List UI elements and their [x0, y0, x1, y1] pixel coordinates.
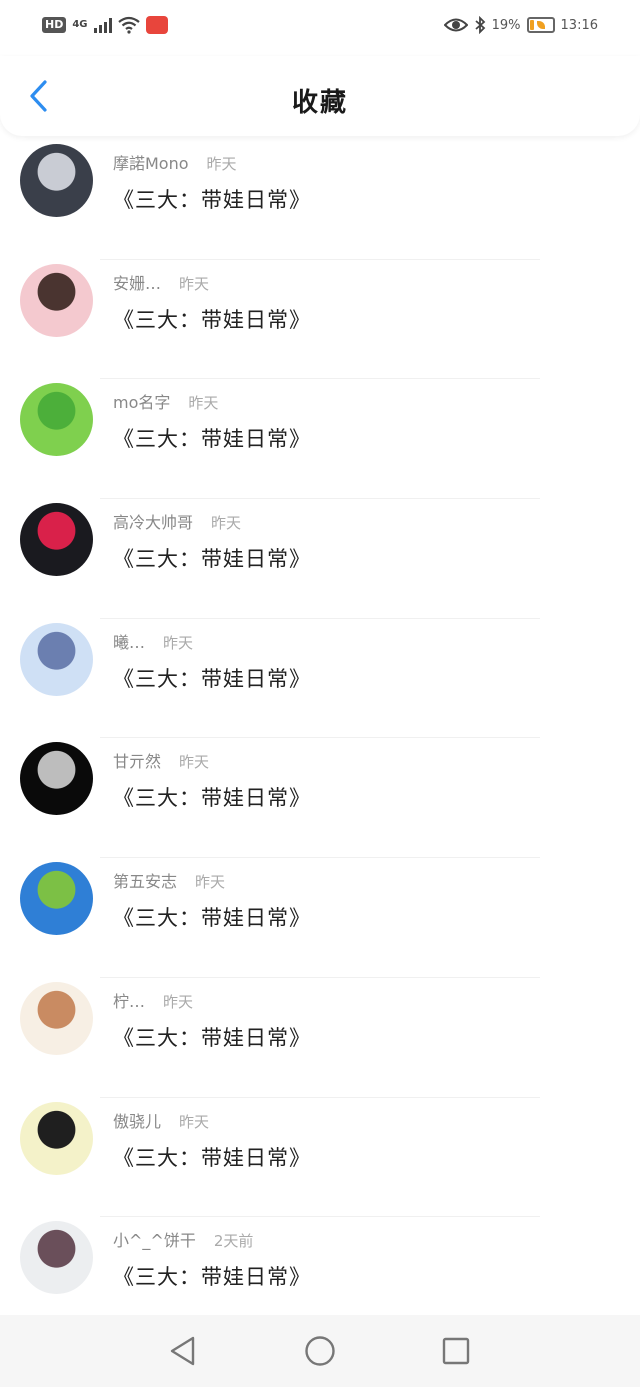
- avatar[interactable]: [20, 981, 93, 1055]
- item-header: 小^_^饼干 2天前: [113, 1227, 253, 1251]
- hd-badge: HD: [42, 17, 67, 33]
- favorite-content: 《三大：带娃日常》: [113, 188, 311, 212]
- item-header: 柠… 昨天: [113, 988, 193, 1012]
- avatar[interactable]: [20, 383, 93, 457]
- timestamp: 昨天: [179, 753, 210, 772]
- item-header: 高冷大帅哥 昨天: [113, 509, 241, 533]
- item-header: 第五安志 昨天: [113, 868, 225, 892]
- list-item[interactable]: 安姗… 昨天 《三大：带娃日常》: [0, 260, 640, 380]
- timestamp: 昨天: [179, 274, 210, 293]
- favorite-content: 《三大：带娃日常》: [113, 307, 311, 332]
- sender-name: 摩諾Mono: [113, 154, 189, 173]
- timestamp: 昨天: [206, 155, 237, 173]
- nav-home-icon[interactable]: [302, 1333, 338, 1369]
- sender-name: 柠…: [113, 991, 146, 1011]
- avatar[interactable]: [20, 1221, 93, 1295]
- status-right: 19% 13:16: [443, 16, 598, 34]
- list-item[interactable]: 傲骁儿 昨天 《三大：带娃日常》: [0, 1098, 640, 1218]
- status-bar: HD 4G 19% 13:16: [0, 0, 640, 56]
- avatar[interactable]: [20, 622, 93, 696]
- list-item[interactable]: mo名字 昨天 《三大：带娃日常》: [0, 379, 640, 500]
- sender-name: 高冷大帅哥: [113, 513, 194, 533]
- item-header: 傲骁儿 昨天: [113, 1108, 209, 1132]
- network-type: 4G: [72, 19, 88, 30]
- avatar[interactable]: [20, 742, 93, 816]
- timestamp: 昨天: [163, 633, 194, 652]
- avatar[interactable]: [20, 862, 93, 936]
- item-header: 安姗… 昨天: [113, 270, 209, 294]
- sender-name: 安姗…: [113, 273, 162, 293]
- avatar[interactable]: [20, 1101, 93, 1175]
- avatar[interactable]: [20, 144, 93, 217]
- favorites-list: 摩諾Mono 昨天 《三大：带娃日常》 安姗… 昨天 《三大：带娃日常》 mo名字昨…: [0, 140, 640, 1337]
- list-item[interactable]: 第五安志 昨天 《三大：带娃日常》: [0, 858, 640, 978]
- avatar[interactable]: [20, 263, 93, 337]
- list-item[interactable]: 摩諾Mono 昨天 《三大：带娃日常》: [0, 140, 640, 260]
- eye-icon: [443, 18, 468, 32]
- list-item[interactable]: 曦… 昨天 《三大：带娃日常》: [0, 619, 640, 739]
- timestamp: 昨天: [188, 394, 219, 413]
- bluetooth-icon: [475, 16, 485, 34]
- item-header: 甘亓然 昨天: [113, 748, 209, 772]
- status-left: HD 4G: [42, 16, 168, 34]
- favorite-content: 《三大：带娃日常》: [113, 906, 311, 931]
- list-item[interactable]: 甘亓然 昨天 《三大：带娃日常》: [0, 738, 640, 859]
- item-header: 摩諾Mono 昨天: [113, 150, 237, 174]
- timestamp: 昨天: [195, 873, 226, 892]
- item-header: mo名字 昨天: [113, 389, 218, 413]
- battery-percent: 19%: [491, 17, 521, 33]
- sender-name: mo名字: [113, 393, 171, 413]
- sender-name: 甘亓然: [113, 752, 162, 772]
- signal-icon: [93, 17, 112, 33]
- battery-icon: [526, 17, 555, 33]
- sender-name: 第五安志: [113, 872, 178, 892]
- nav-recents-icon[interactable]: [438, 1333, 474, 1369]
- favorite-content: 《三大：带娃日常》: [113, 1145, 311, 1170]
- favorite-content: 《三大：带娃日常》: [113, 547, 311, 572]
- avatar[interactable]: [20, 503, 93, 577]
- favorite-content: 《三大：带娃日常》: [113, 427, 311, 452]
- wifi-icon: [117, 16, 140, 34]
- list-item[interactable]: 柠… 昨天 《三大：带娃日常》: [0, 978, 640, 1098]
- timestamp: 昨天: [179, 1112, 210, 1131]
- favorite-content: 《三大：带娃日常》: [113, 1265, 311, 1290]
- timestamp: 昨天: [163, 992, 194, 1011]
- list-item[interactable]: 高冷大帅哥 昨天 《三大：带娃日常》: [0, 499, 640, 619]
- clock: 13:16: [560, 17, 598, 33]
- sender-name: 傲骁儿: [113, 1111, 162, 1131]
- timestamp: 2天前: [213, 1232, 254, 1251]
- favorite-content: 《三大：带娃日常》: [113, 666, 311, 691]
- favorite-content: 《三大：带娃日常》: [113, 1025, 311, 1050]
- system-nav-bar: [0, 1315, 640, 1387]
- page-title: 收藏: [291, 88, 348, 118]
- nav-back-icon[interactable]: [165, 1333, 201, 1369]
- app-notification-icon: [145, 16, 168, 34]
- favorite-content: 《三大：带娃日常》: [113, 786, 311, 811]
- timestamp: 昨天: [211, 514, 242, 533]
- app-header: 收藏: [0, 56, 640, 136]
- sender-name: 曦…: [113, 632, 146, 652]
- sender-name: 小^_^饼干: [113, 1231, 196, 1251]
- item-header: 曦… 昨天: [113, 629, 193, 653]
